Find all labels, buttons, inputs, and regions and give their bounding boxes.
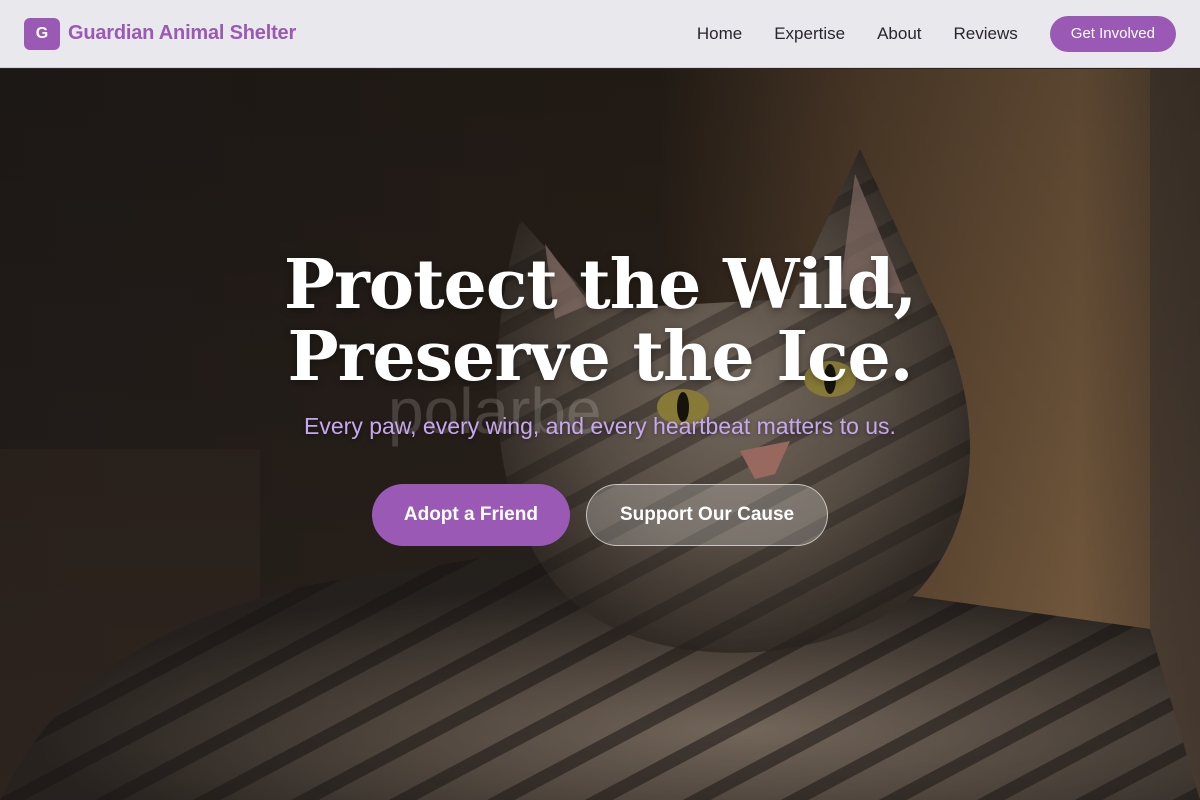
brand[interactable]: G Guardian Animal Shelter xyxy=(24,17,296,50)
brand-name[interactable]: Guardian Animal Shelter xyxy=(68,22,296,45)
support-our-cause-button[interactable]: Support Our Cause xyxy=(585,484,829,546)
adopt-a-friend-button[interactable]: Adopt a Friend xyxy=(371,484,570,546)
headline-line-1: Protect the Wild, xyxy=(283,245,917,325)
hero-subheadline: Every paw, every wing, and every heartbe… xyxy=(304,413,896,439)
hero-buttons: Adopt a Friend Support Our Cause xyxy=(371,484,829,546)
nav-reviews[interactable]: Reviews xyxy=(954,24,1018,44)
logo-badge[interactable]: G xyxy=(24,17,60,50)
site-header: G Guardian Animal Shelter Home Expertise… xyxy=(0,0,1200,68)
main-nav: Home Expertise About Reviews Get Involve… xyxy=(697,15,1176,52)
hero-headline: Protect the Wild, Preserve the Ice. xyxy=(284,249,917,393)
nav-expertise[interactable]: Expertise xyxy=(774,24,845,44)
headline-line-2: Preserve the Ice. xyxy=(287,317,914,397)
nav-home[interactable]: Home xyxy=(697,24,742,44)
nav-about[interactable]: About xyxy=(877,24,921,44)
get-involved-button[interactable]: Get Involved xyxy=(1049,15,1176,52)
hero-content: Protect the Wild, Preserve the Ice. Ever… xyxy=(0,69,1200,800)
hero-section: polarbe Protect the Wild, Preserve the I… xyxy=(0,69,1200,800)
